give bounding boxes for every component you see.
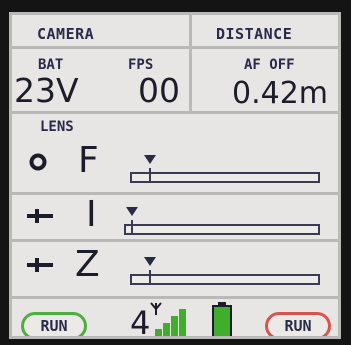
signal-bar [179,309,186,336]
iris-letter: I [86,194,97,235]
iris-slider[interactable] [124,207,320,237]
lens-section-title: LENS [40,119,74,135]
zoom-icon [27,257,53,276]
fps-value: 00 [138,71,180,110]
af-status-label: AF OFF [244,57,295,73]
focus-slider-marker [149,168,152,183]
run-left-button[interactable]: RUN [21,312,87,336]
battery-icon [211,302,233,336]
focus-slider-pointer[interactable] [144,155,157,164]
circle-icon [29,153,47,175]
divider [12,111,338,114]
distance-value: 0.42m [232,76,329,111]
channel-number: 4 [130,304,151,339]
zoom-slider-pointer[interactable] [144,257,157,266]
signal-bar [155,329,162,336]
divider [12,239,338,242]
iris-slider-track [124,224,320,235]
zoom-letter: Z [75,244,100,285]
signal-bar [171,316,178,336]
distance-section-title: DISTANCE [216,25,293,43]
focus-slider[interactable] [130,155,320,185]
battery-voltage-value: 23V [14,71,79,110]
zoom-slider-track [130,274,320,285]
iris-icon [27,208,53,227]
divider [189,15,192,111]
focus-letter: F [78,140,99,181]
camera-section-title: CAMERA [37,25,95,43]
focus-slider-track [130,172,320,183]
zoom-slider-marker [149,270,152,285]
signal-strength-icon [150,301,190,336]
signal-bar [163,323,170,336]
run-right-button[interactable]: RUN [265,312,331,336]
zoom-slider[interactable] [130,257,320,287]
camera-status-screen: CAMERA DISTANCE BAT FPS 23V 00 AF OFF 0.… [9,12,341,339]
iris-slider-pointer[interactable] [126,207,138,216]
divider [12,296,338,299]
divider [12,192,338,195]
iris-slider-marker [131,220,133,235]
divider [12,46,338,49]
